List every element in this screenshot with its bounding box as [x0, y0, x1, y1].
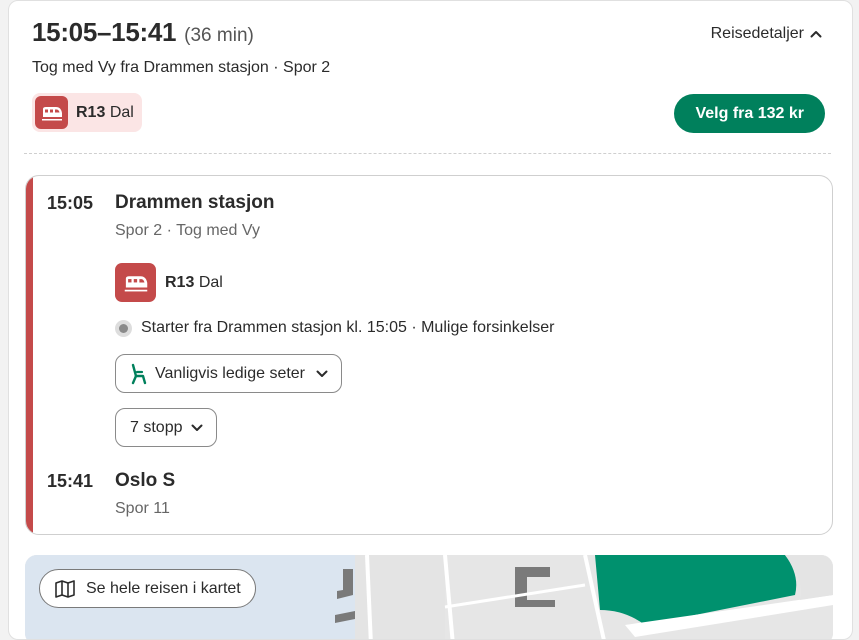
- seat-availability-button[interactable]: Vanligvis ledige seter: [115, 354, 343, 393]
- arrival-station: Oslo S: [115, 470, 176, 491]
- leg-notice-text: Starter fra Drammen stasjon kl. 15:05 · …: [141, 319, 555, 336]
- map-preview[interactable]: Se hele reisen i kartet: [25, 555, 833, 639]
- train-icon: [115, 263, 156, 302]
- leg-line-code: R13: [165, 273, 195, 291]
- stops-toggle-button[interactable]: 7 stopp: [115, 408, 218, 447]
- divider: [24, 153, 831, 154]
- train-icon: [35, 96, 68, 129]
- chevron-down-icon: [316, 370, 328, 377]
- departure-platform: Spor 2 · Tog med Vy: [115, 222, 260, 239]
- seat-availability-label: Vanligvis ledige seter: [155, 364, 306, 382]
- departure-time: 15:05: [47, 193, 94, 213]
- leg-notice: Starter fra Drammen stasjon kl. 15:05 · …: [115, 319, 554, 337]
- line-code: R13: [76, 103, 106, 121]
- leg-line-label: R13 Dal: [165, 274, 223, 292]
- status-dot-icon: [115, 319, 132, 337]
- trip-subtitle: Tog med Vy fra Drammen stasjon · Spor 2: [32, 59, 331, 76]
- departure-station: Drammen stasjon: [115, 192, 275, 213]
- trip-leg: 15:05 Drammen stasjon Spor 2 · Tog med V…: [25, 175, 833, 535]
- chevron-down-icon: [191, 424, 203, 431]
- trip-details-toggle[interactable]: Reisedetaljer: [711, 25, 822, 43]
- stops-label: 7 stopp: [130, 418, 183, 436]
- seat-icon: [131, 363, 147, 384]
- trip-time-range: 15:05–15:41: [32, 17, 177, 47]
- map-icon: [55, 579, 75, 598]
- leg-line-info: R13 Dal: [115, 263, 223, 302]
- trip-details-label: Reisedetaljer: [710, 25, 804, 42]
- arrival-platform: Spor 11: [115, 500, 170, 517]
- view-map-label: Se hele reisen i kartet: [86, 579, 241, 597]
- select-price-button[interactable]: Velg fra 132 kr: [674, 94, 825, 133]
- leg-line-name: Dal: [198, 273, 223, 291]
- chevron-up-icon: [810, 31, 822, 38]
- view-map-button[interactable]: Se hele reisen i kartet: [39, 569, 256, 608]
- trip-header: 15:05–15:41 (36 min): [32, 17, 254, 48]
- arrival-time: 15:41: [47, 471, 94, 491]
- line-name: Dal: [109, 103, 134, 121]
- line-chip-label: R13 Dal: [76, 104, 134, 122]
- trip-card: 15:05–15:41 (36 min) Reisedetaljer Tog m…: [8, 0, 853, 640]
- leg-line-bar: [26, 176, 33, 534]
- line-chip: R13 Dal: [32, 93, 142, 132]
- trip-duration: (36 min): [184, 25, 254, 46]
